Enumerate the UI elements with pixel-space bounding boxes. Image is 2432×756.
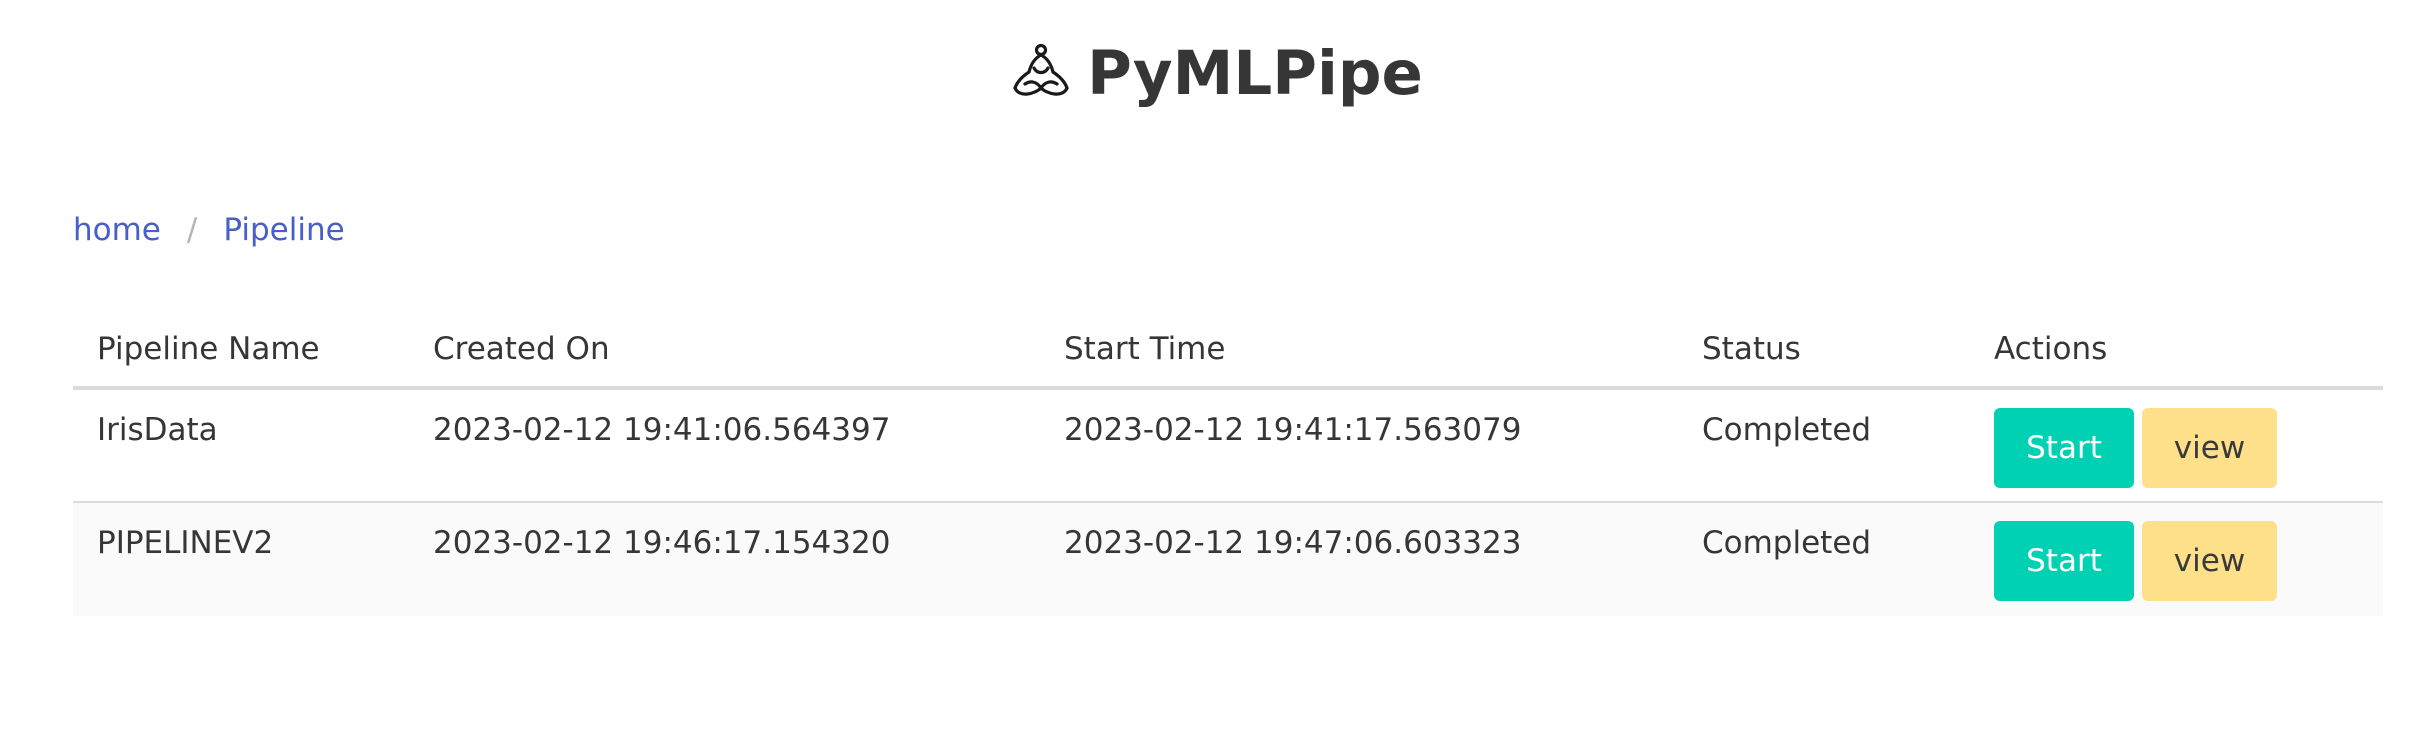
app-header: PyMLPipe <box>0 38 2432 109</box>
row-actions: Start view <box>1994 408 2383 488</box>
table-row: IrisData 2023-02-12 19:41:06.564397 2023… <box>73 388 2383 502</box>
page: PyMLPipe home / Pipeline Pipeline Name C… <box>0 0 2432 756</box>
table-body: IrisData 2023-02-12 19:41:06.564397 2023… <box>73 388 2383 616</box>
start-time-cell: 2023-02-12 19:41:17.563079 <box>1064 412 1522 448</box>
breadcrumb-pipeline-link[interactable]: Pipeline <box>223 212 344 248</box>
start-button[interactable]: Start <box>1994 521 2134 601</box>
meditation-icon <box>1009 42 1073 106</box>
created-on-cell: 2023-02-12 19:41:06.564397 <box>433 412 891 448</box>
view-button[interactable]: view <box>2142 521 2277 601</box>
breadcrumb-separator: / <box>186 212 198 248</box>
actions-cell: Start view <box>1970 501 2383 616</box>
column-header-start-time: Start Time <box>1040 312 1678 390</box>
breadcrumb: home / Pipeline <box>73 212 345 248</box>
table-header-row: Pipeline Name Created On Start Time Stat… <box>73 312 2383 390</box>
breadcrumb-home-link[interactable]: home <box>73 212 161 248</box>
row-actions: Start view <box>1994 521 2383 601</box>
app-title: PyMLPipe <box>1087 38 1423 109</box>
pipeline-name-cell: IrisData <box>97 412 218 448</box>
status-cell: Completed <box>1678 501 1970 616</box>
table-row: PIPELINEV2 2023-02-12 19:46:17.154320 20… <box>73 501 2383 616</box>
column-header-created-on: Created On <box>409 312 1040 390</box>
view-button[interactable]: view <box>2142 408 2277 488</box>
pipeline-name-cell: PIPELINEV2 <box>73 501 409 616</box>
start-button[interactable]: Start <box>1994 408 2134 488</box>
column-header-status: Status <box>1678 312 1970 390</box>
column-header-actions: Actions <box>1970 312 2383 390</box>
pipelines-table: Pipeline Name Created On Start Time Stat… <box>73 312 2383 616</box>
table-header: Pipeline Name Created On Start Time Stat… <box>73 312 2383 390</box>
status-cell: Completed <box>1702 412 1872 448</box>
column-header-pipeline-name: Pipeline Name <box>73 312 409 390</box>
start-time-cell: 2023-02-12 19:47:06.603323 <box>1040 501 1678 616</box>
actions-cell: Start view <box>1970 388 2383 502</box>
created-on-cell: 2023-02-12 19:46:17.154320 <box>409 501 1040 616</box>
